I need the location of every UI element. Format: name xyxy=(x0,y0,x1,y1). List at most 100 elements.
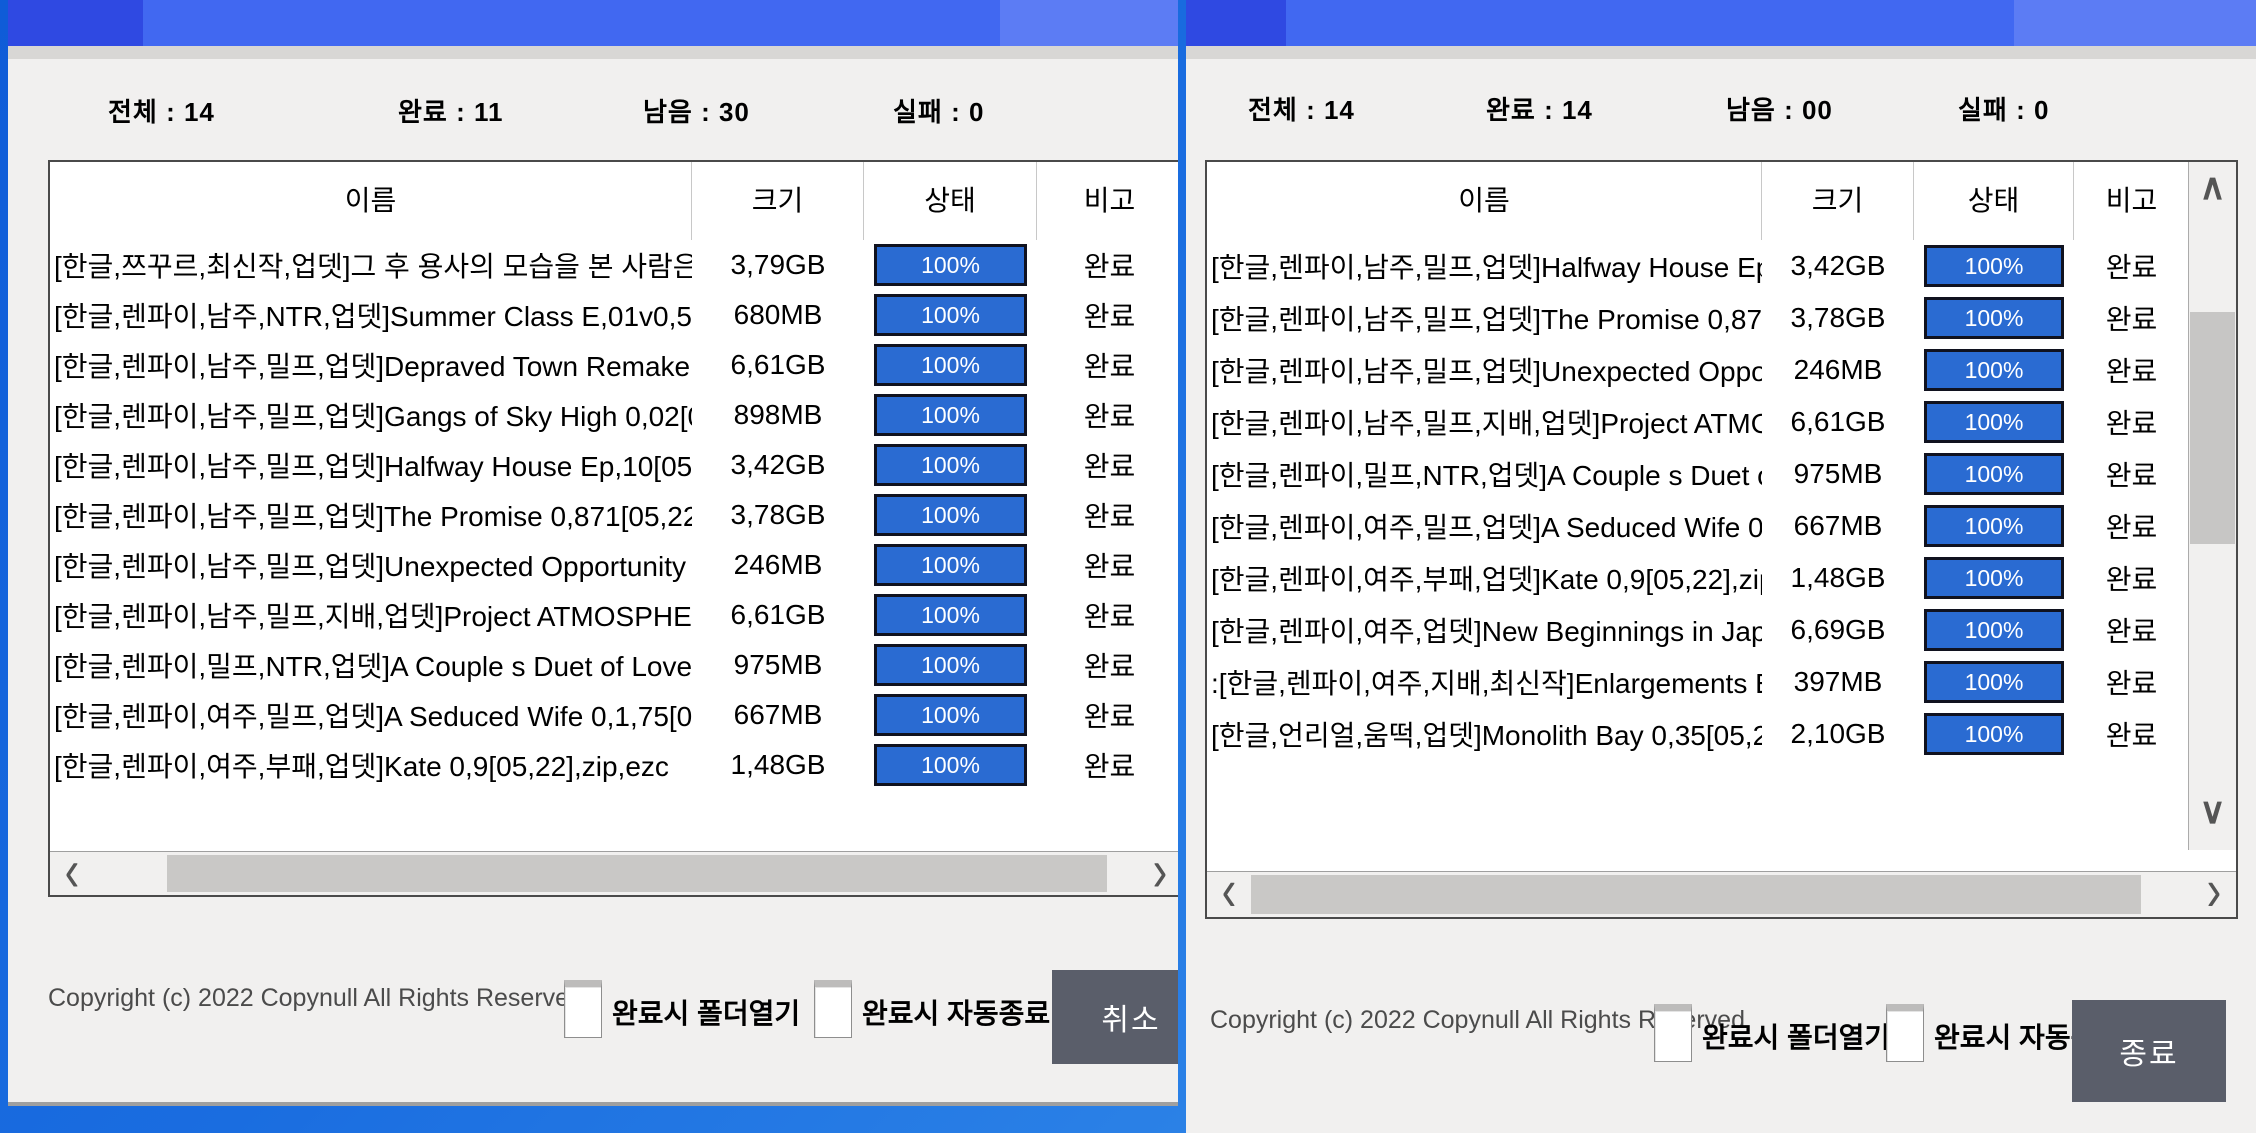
table-row[interactable]: :[한글,렌파이,여주,지배,최신작]Enlargements Ep,1[05,… xyxy=(1207,656,2189,708)
table-row[interactable]: [한글,렌파이,여주,밀프,업뎃]A Seduced Wife 0,1,75[0… xyxy=(50,690,1178,740)
file-size-cell: 975MB xyxy=(733,649,823,680)
file-size-cell: 3,42GB xyxy=(730,449,826,480)
horizontal-scrollbar[interactable]: ‹ › xyxy=(50,841,1178,901)
download-table: 이름 크기 상태 비고 [한글,렌파이,남주,밀프,업뎃]Halfway Hou… xyxy=(1205,160,2238,920)
hscroll-right-arrow-icon[interactable]: › xyxy=(1140,841,1178,902)
progress-label: 100% xyxy=(921,601,980,628)
progress-cell: 100% xyxy=(1914,453,2074,495)
hscroll-right-arrow-icon[interactable]: › xyxy=(2194,861,2234,925)
table-row[interactable]: [한글,렌파이,남주,밀프,업뎃]Halfway House Ep,10[05,… xyxy=(50,440,1178,490)
table-row[interactable]: [한글,렌파이,남주,밀프,업뎃]The Promise 0,871[05,22… xyxy=(50,490,1178,540)
table-row[interactable]: [한글,렌파이,밀프,NTR,업뎃]A Couple s Duet of Lov… xyxy=(50,640,1178,690)
progress-label: 100% xyxy=(1964,720,2024,747)
cancel-button[interactable]: 취소 xyxy=(1052,970,1178,1064)
hscroll-left-arrow-icon[interactable]: ‹ xyxy=(1209,861,1249,925)
column-header-size[interactable]: 크기 xyxy=(1762,162,1914,240)
file-size-cell: 680MB xyxy=(733,299,823,330)
column-header-size[interactable]: 크기 xyxy=(692,162,864,240)
stat-item: 전체 : 14 xyxy=(108,97,215,127)
progress-bar: 100% xyxy=(1924,349,2064,391)
column-header-name[interactable]: 이름 xyxy=(1207,162,1762,240)
titlebar-segment xyxy=(1186,0,1286,46)
status-cell: 완료 xyxy=(2105,616,2158,647)
column-header-status[interactable]: 상태 xyxy=(864,162,1037,240)
file-size-cell: 246MB xyxy=(733,549,823,580)
progress-label: 100% xyxy=(1964,668,2024,695)
vscroll-up-arrow-icon[interactable]: ∧ xyxy=(2189,166,2236,208)
open-folder-checkbox-label: 완료시 폴더열기 xyxy=(612,998,801,1029)
titlebar-underline xyxy=(8,46,1178,59)
titlebar-segment xyxy=(2014,0,2256,46)
table-row[interactable]: [한글,렌파이,남주,밀프,업뎃]Halfway House Ep,10[05,… xyxy=(1207,240,2189,292)
progress-bar: 100% xyxy=(874,344,1027,386)
table-row[interactable]: [한글,렌파이,남주,밀프,업뎃]The Promise 0,871[05,22… xyxy=(1207,292,2189,344)
stat-item: 완료 : 11 xyxy=(398,97,504,127)
progress-bar: 100% xyxy=(874,294,1027,336)
table-row[interactable]: [한글,렌파이,여주,부패,업뎃]Kate 0,9[05,22],zip,ezc… xyxy=(50,740,1178,790)
progress-cell: 100% xyxy=(864,444,1037,486)
file-size-cell: 3,79GB xyxy=(730,249,826,280)
file-name-cell: [한글,렌파이,남주,밀프,업뎃]Depraved Town Remake 0,… xyxy=(54,351,692,382)
table-row[interactable]: [한글,렌파이,남주,밀프,업뎃]Unexpected Opportunity … xyxy=(1207,344,2189,396)
table-row[interactable]: [한글,언리얼,움떡,업뎃]Monolith Bay 0,35[05,22],z… xyxy=(1207,708,2189,760)
open-folder-checkbox[interactable] xyxy=(1654,1004,1692,1062)
progress-label: 100% xyxy=(921,401,980,428)
progress-cell: 100% xyxy=(1914,401,2074,443)
column-header-note[interactable]: 비고 xyxy=(2074,162,2189,240)
table-row[interactable]: [한글,렌파이,남주,밀프,지배,업뎃]Project ATMOSPHERE 0… xyxy=(50,590,1178,640)
progress-bar: 100% xyxy=(874,694,1027,736)
status-cell: 완료 xyxy=(1083,401,1136,432)
hscroll-left-arrow-icon[interactable]: ‹ xyxy=(52,841,92,902)
file-name-cell: [한글,렌파이,남주,밀프,업뎃]Halfway House Ep,10[05,… xyxy=(54,451,692,482)
progress-cell: 100% xyxy=(1914,349,2074,391)
status-cell: 완료 xyxy=(2105,460,2158,491)
open-folder-checkbox[interactable] xyxy=(564,980,602,1038)
table-row[interactable]: [한글,렌파이,남주,밀프,업뎃]Gangs of Sky High 0,02[… xyxy=(50,390,1178,440)
status-cell: 완료 xyxy=(1083,451,1136,482)
progress-cell: 100% xyxy=(864,644,1037,686)
progress-cell: 100% xyxy=(864,744,1037,786)
progress-bar: 100% xyxy=(1924,661,2064,703)
progress-cell: 100% xyxy=(864,594,1037,636)
horizontal-scrollbar[interactable]: ‹ › xyxy=(1207,861,2236,920)
table-row[interactable]: [한글,렌파이,남주,NTR,업뎃]Summer Class E,01v0,5[… xyxy=(50,290,1178,340)
auto-exit-checkbox[interactable] xyxy=(1886,1004,1924,1062)
vertical-scrollbar[interactable]: ∧ ∨ xyxy=(2188,162,2236,850)
table-row[interactable]: [한글,렌파이,남주,밀프,업뎃]Depraved Town Remake 0,… xyxy=(50,340,1178,390)
hscroll-thumb[interactable] xyxy=(1251,875,2141,914)
table-rows: [한글,렌파이,남주,밀프,업뎃]Halfway House Ep,10[05,… xyxy=(1207,240,2189,870)
download-list: 이름 크기 상태 비고 [한글,렌파이,남주,밀프,업뎃]Halfway Hou… xyxy=(1207,162,2189,870)
table-row[interactable]: [한글,렌파이,남주,밀프,업뎃]Unexpected Opportunity … xyxy=(50,540,1178,590)
titlebar[interactable] xyxy=(1186,0,2256,46)
progress-bar: 100% xyxy=(1924,713,2064,755)
progress-bar: 100% xyxy=(874,594,1027,636)
progress-bar: 100% xyxy=(874,394,1027,436)
table-row[interactable]: [한글,쯔꾸르,최신작,업뎃]그 후 용사의 모습을 본 사람은 없ㄷ 3,79… xyxy=(50,240,1178,290)
column-header-note[interactable]: 비고 xyxy=(1037,162,1178,240)
table-row[interactable]: [한글,렌파이,밀프,NTR,업뎃]A Couple s Duet of Lov… xyxy=(1207,448,2189,500)
table-row[interactable]: [한글,렌파이,여주,밀프,업뎃]A Seduced Wife 0,1,75[0… xyxy=(1207,500,2189,552)
table-rows: [한글,쯔꾸르,최신작,업뎃]그 후 용사의 모습을 본 사람은 없ㄷ 3,79… xyxy=(50,240,1178,850)
table-row[interactable]: [한글,렌파이,여주,업뎃]New Beginnings in Japan Ch… xyxy=(1207,604,2189,656)
exit-button[interactable]: 종료 xyxy=(2072,1000,2226,1102)
status-cell: 완료 xyxy=(2105,304,2158,335)
auto-exit-checkbox[interactable] xyxy=(814,980,852,1038)
column-header-status[interactable]: 상태 xyxy=(1914,162,2074,240)
progress-bar: 100% xyxy=(874,544,1027,586)
column-header-name[interactable]: 이름 xyxy=(50,162,692,240)
vscroll-thumb[interactable] xyxy=(2190,312,2235,544)
hscroll-thumb[interactable] xyxy=(167,855,1107,892)
open-folder-checkbox-label: 완료시 폴더열기 xyxy=(1702,1022,1891,1053)
table-row[interactable]: [한글,렌파이,남주,밀프,지배,업뎃]Project ATMOSPHERE 0… xyxy=(1207,396,2189,448)
file-size-cell: 246MB xyxy=(1793,354,1883,385)
progress-bar: 100% xyxy=(1924,297,2064,339)
table-row[interactable]: [한글,렌파이,여주,부패,업뎃]Kate 0,9[05,22],zip,ezc… xyxy=(1207,552,2189,604)
status-cell: 완료 xyxy=(2105,720,2158,751)
vscroll-down-arrow-icon[interactable]: ∨ xyxy=(2189,790,2236,832)
progress-cell: 100% xyxy=(864,244,1037,286)
stat-item: 실패 : 0 xyxy=(1958,95,2050,125)
titlebar[interactable] xyxy=(8,0,1178,46)
progress-cell: 100% xyxy=(864,544,1037,586)
titlebar-segment xyxy=(8,0,143,46)
progress-bar: 100% xyxy=(874,644,1027,686)
